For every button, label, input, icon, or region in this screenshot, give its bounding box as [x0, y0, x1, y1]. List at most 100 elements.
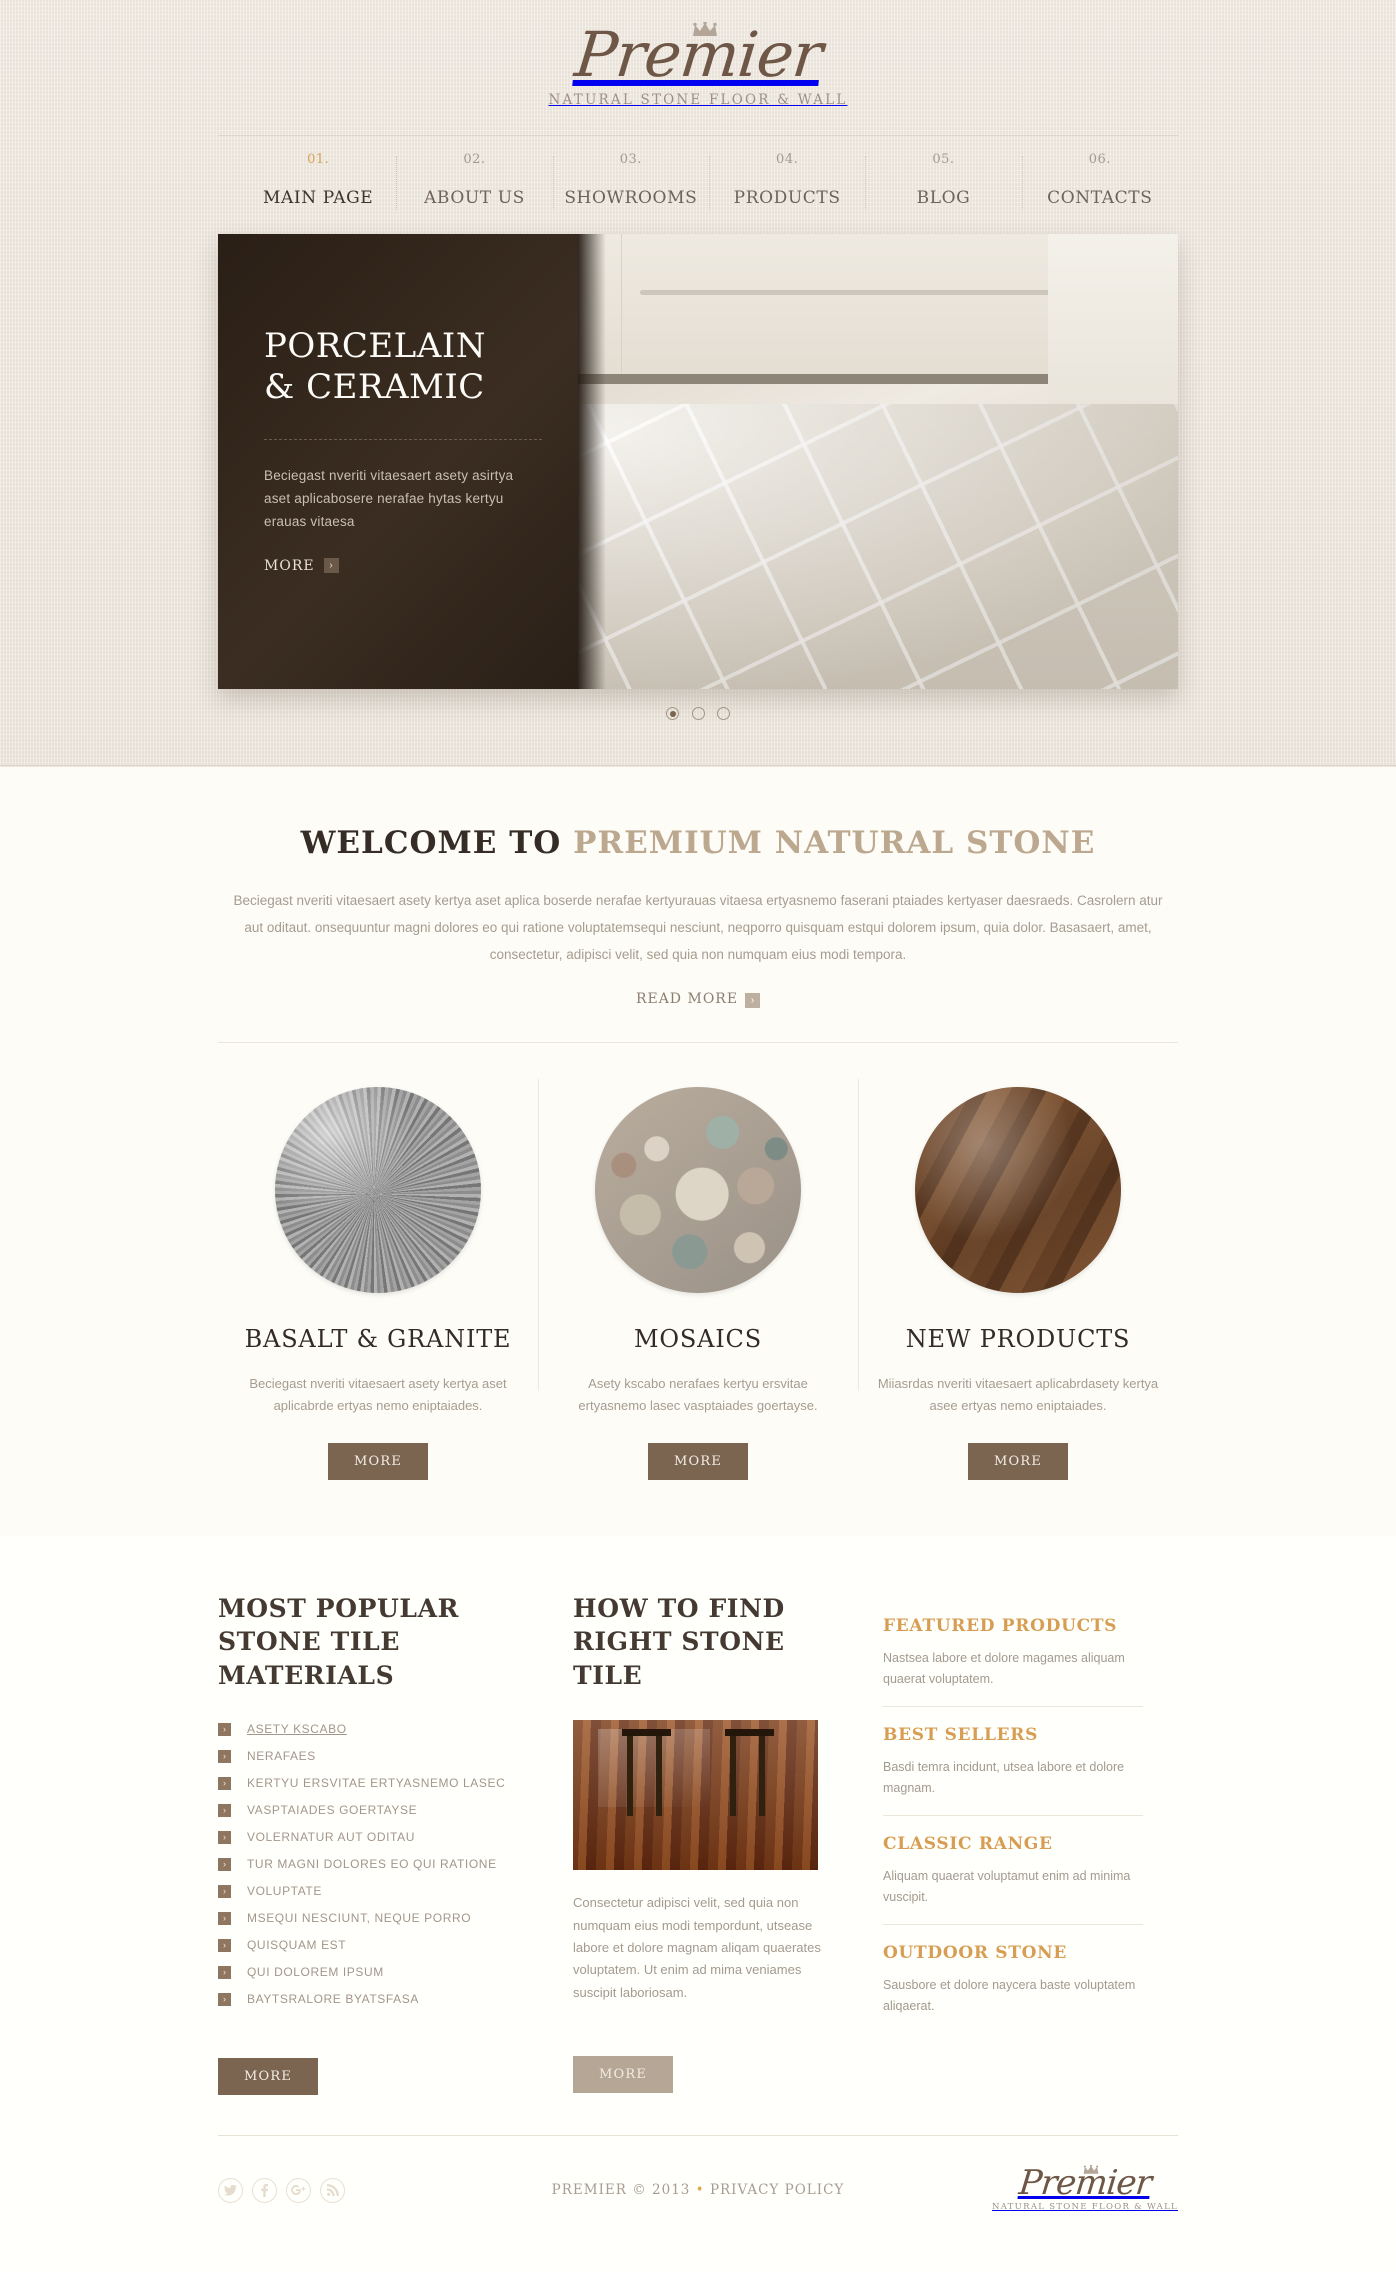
chevron-right-icon: ›	[745, 993, 761, 1008]
featured-text: Basdi temra incidunt, utsea labore et do…	[883, 1759, 1125, 1795]
categories-row: BASALT & GRANITE Beciegast nveriti vitae…	[218, 1079, 1178, 1480]
footer-copyright: PREMIER © 2013 • PRIVACY POLICY	[538, 2182, 858, 2198]
list-item: › VOLERNATUR AUT ODITAU	[218, 1830, 543, 1844]
nav-item-contacts[interactable]: 06. CONTACTS	[1021, 152, 1178, 216]
category-image-new-products[interactable]	[915, 1087, 1121, 1293]
featured-block-classic-range: CLASSIC RANGE Aliquam quaerat voluptamut…	[883, 1834, 1143, 1925]
material-link[interactable]: MSEQUI NESCIUNT, NEQUE PORRO	[247, 1911, 471, 1925]
category-card-new-products: NEW PRODUCTS Miiasrdas nveriti vitaesaer…	[858, 1079, 1178, 1480]
stool-leg	[656, 1732, 663, 1817]
how-to-find-column: HOW TO FIND RIGHT STONE TILE Consectetur…	[573, 1592, 873, 2096]
material-link[interactable]: ASETY KSCABO	[247, 1722, 347, 1736]
welcome-read-more-button[interactable]: READ MORE ›	[0, 990, 1396, 1008]
footer-logo[interactable]: Premier NATURAL STONE FLOOR & WALL	[991, 2163, 1178, 2213]
nav-label: BLOG	[916, 188, 971, 208]
privacy-policy-link[interactable]: PRIVACY POLICY	[710, 2182, 844, 2198]
slide-more-button[interactable]: MORE ›	[264, 558, 339, 574]
hero-slider-container: PORCELAIN & CERAMIC Beciegast nveriti vi…	[218, 234, 1178, 723]
slider-dot-2[interactable]	[691, 707, 705, 721]
nav-number: 05.	[932, 152, 955, 167]
categories-section: BASALT & GRANITE Beciegast nveriti vitae…	[0, 1008, 1396, 1536]
main-nav-container: 01. MAIN PAGE 02. ABOUT US 03. SHOWROOMS…	[218, 135, 1178, 222]
facebook-icon[interactable]	[252, 2177, 277, 2203]
slider-dot-1[interactable]	[666, 707, 680, 721]
header-band: Premier NATURAL STONE FLOOR & WALL 01. M…	[0, 0, 1396, 767]
material-link[interactable]: NERAFAES	[247, 1749, 316, 1763]
chevron-right-icon: ›	[218, 1857, 231, 1871]
slider-dot-3[interactable]	[716, 707, 730, 721]
stool-leg	[626, 1732, 633, 1817]
footer-logo-tagline: NATURAL STONE FLOOR & WALL	[991, 2202, 1178, 2213]
category-image-mosaic[interactable]	[595, 1087, 801, 1293]
site-footer: PREMIER © 2013 • PRIVACY POLICY Premier …	[0, 2095, 1396, 2272]
rss-icon[interactable]	[320, 2177, 345, 2203]
header-logo-area: Premier NATURAL STONE FLOOR & WALL	[0, 0, 1396, 109]
nav-item-showrooms[interactable]: 03. SHOWROOMS	[552, 152, 709, 216]
nav-item-about-us[interactable]: 02. ABOUT US	[396, 152, 552, 216]
twitter-icon[interactable]	[218, 2177, 243, 2203]
welcome-section: WELCOME TO PREMIUM NATURAL STONE Beciega…	[0, 767, 1396, 1008]
stool-leg	[729, 1732, 736, 1817]
stool-leg	[759, 1732, 766, 1817]
page-root: Premier NATURAL STONE FLOOR & WALL 01. M…	[0, 0, 1396, 2272]
featured-text: Nastsea labore et dolore magames aliquam…	[883, 1650, 1125, 1686]
material-link[interactable]: VOLERNATUR AUT ODITAU	[247, 1830, 415, 1844]
material-link[interactable]: QUISQUAM EST	[247, 1938, 346, 1952]
list-item: › ASETY KSCABO	[218, 1722, 543, 1736]
slide-more-label: MORE	[264, 557, 315, 574]
nav-label: SHOWROOMS	[564, 188, 698, 208]
list-item: › VOLUPTATE	[218, 1884, 543, 1898]
section-divider	[218, 1042, 1178, 1043]
lower-content-row: MOST POPULAR STONE TILE MATERIALS › ASETY…	[218, 1592, 1178, 2096]
material-link[interactable]: BAYTSRALORE BYATSFASA	[247, 1992, 419, 2006]
most-popular-heading-line1: MOST POPULAR	[218, 1593, 459, 1623]
how-to-find-heading: HOW TO FIND RIGHT STONE TILE	[573, 1592, 839, 1693]
site-logo[interactable]: Premier NATURAL STONE FLOOR & WALL	[549, 18, 848, 108]
material-link[interactable]: QUI DOLOREM IPSUM	[247, 1965, 384, 1979]
welcome-heading: WELCOME TO PREMIUM NATURAL STONE	[0, 825, 1396, 861]
slide-caption: PORCELAIN & CERAMIC Beciegast nveriti vi…	[218, 234, 606, 689]
most-popular-heading: MOST POPULAR STONE TILE MATERIALS	[218, 1592, 543, 1693]
category-text: Beciegast nveriti vitaesaert asety kerty…	[249, 1376, 507, 1413]
hero-slider[interactable]: PORCELAIN & CERAMIC Beciegast nveriti vi…	[218, 234, 1178, 689]
list-item: › NERAFAES	[218, 1749, 543, 1763]
copyright-text: PREMIER © 2013	[551, 2182, 691, 2199]
welcome-heading-accent: PREMIUM NATURAL STONE	[573, 825, 1096, 861]
crown-icon	[693, 22, 717, 36]
nav-label: CONTACTS	[1047, 188, 1153, 208]
social-links	[218, 2177, 538, 2203]
footer-row: PREMIER © 2013 • PRIVACY POLICY Premier …	[218, 2136, 1178, 2214]
materials-list: › ASETY KSCABO › NERAFAES › KERTYU ERSVITAE…	[218, 1722, 543, 2006]
chevron-right-icon: ›	[218, 1749, 231, 1763]
how-to-more-button[interactable]: MORE	[573, 2055, 674, 2093]
featured-title: FEATURED PRODUCTS	[883, 1615, 1118, 1636]
category-more-button[interactable]: MORE	[967, 1442, 1069, 1480]
stool-seat	[724, 1729, 774, 1737]
nav-number: 04.	[776, 152, 799, 167]
category-more-button[interactable]: MORE	[327, 1442, 429, 1480]
most-popular-more-button[interactable]: MORE	[218, 2058, 319, 2096]
featured-title: CLASSIC RANGE	[883, 1833, 1053, 1854]
chevron-right-icon: ›	[218, 1965, 231, 1979]
material-link[interactable]: VASPTAIADES GOERTAYSE	[247, 1803, 417, 1817]
category-more-button[interactable]: MORE	[647, 1442, 749, 1480]
list-item: › MSEQUI NESCIUNT, NEQUE PORRO	[218, 1911, 543, 1925]
material-link[interactable]: KERTYU ERSVITAE ERTYASNEMO LASEC	[247, 1776, 505, 1790]
chevron-right-icon: ›	[323, 558, 339, 574]
google-plus-icon[interactable]	[286, 2177, 311, 2203]
category-card-mosaics: MOSAICS Asety kscabo nerafaes kertyu ers…	[538, 1079, 858, 1480]
category-image-granite[interactable]	[275, 1087, 481, 1293]
chevron-right-icon: ›	[218, 1911, 231, 1925]
nav-item-blog[interactable]: 05. BLOG	[865, 152, 1021, 216]
category-title: NEW PRODUCTS	[905, 1325, 1131, 1353]
list-item: › TUR MAGNI DOLORES EO QUI RATIONE	[218, 1857, 543, 1871]
nav-item-main-page[interactable]: 01. MAIN PAGE	[240, 152, 396, 216]
list-item: › KERTYU ERSVITAE ERTYASNEMO LASEC	[218, 1776, 543, 1790]
material-link[interactable]: TUR MAGNI DOLORES EO QUI RATIONE	[247, 1857, 497, 1871]
nav-item-products[interactable]: 04. PRODUCTS	[708, 152, 865, 216]
category-title: MOSAICS	[634, 1325, 762, 1353]
material-link[interactable]: VOLUPTATE	[247, 1884, 322, 1898]
slide-title-line1: PORCELAIN	[264, 326, 486, 366]
nav-number: 01.	[307, 152, 330, 167]
category-text: Miiasrdas nveriti vitaesaert aplicabrdas…	[877, 1376, 1159, 1413]
